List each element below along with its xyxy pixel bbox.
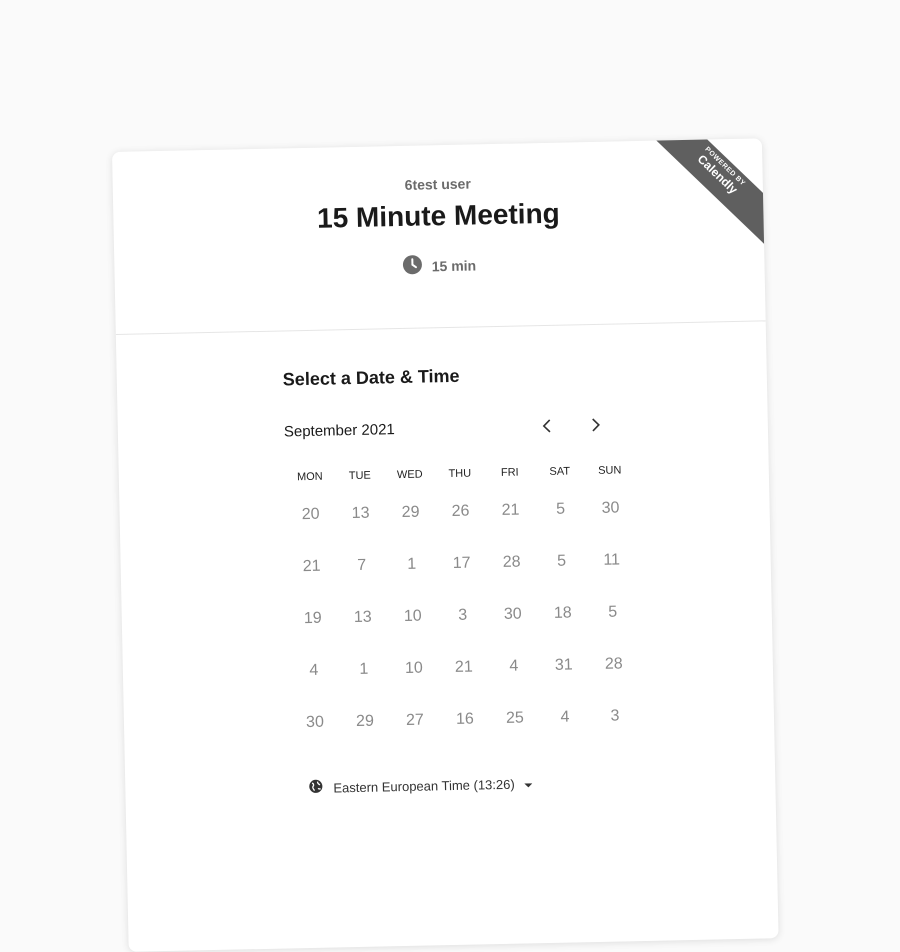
calendar-day: 21 xyxy=(501,501,520,519)
calendar-day: 19 xyxy=(303,609,322,628)
calendar-day: 4 xyxy=(309,661,319,679)
calendar-day: 27 xyxy=(405,711,425,729)
caret-down-icon xyxy=(524,776,533,791)
weekday-label: TUE xyxy=(348,469,371,483)
weekday-header: MON TUE WED THU FRI SAT SUN xyxy=(285,464,635,483)
calendar-day: 18 xyxy=(553,604,572,622)
globe-icon xyxy=(308,779,323,797)
calendar-day: 3 xyxy=(610,707,620,725)
calendar-day: 29 xyxy=(401,503,420,522)
select-date-title: Select a Date & Time xyxy=(282,365,460,390)
month-navigation: September 2021 xyxy=(284,415,614,442)
calendar-day: 25 xyxy=(505,709,525,727)
calendar-day: 21 xyxy=(302,557,321,576)
calendar-day: 5 xyxy=(608,603,618,621)
calendar-day: 4 xyxy=(509,657,519,675)
calendar-day: 1 xyxy=(359,660,369,678)
calendar-day: 21 xyxy=(454,658,473,676)
calendar-day: 26 xyxy=(451,502,470,520)
calendar-day: 29 xyxy=(355,712,375,731)
date-picker-section: Select a Date & Time September 2021 MON … xyxy=(116,321,776,801)
chevron-left-icon[interactable] xyxy=(537,416,557,436)
clock-icon xyxy=(403,255,423,278)
calendar-day: 10 xyxy=(404,659,423,677)
chevron-right-icon[interactable] xyxy=(586,415,606,435)
calendar-day: 5 xyxy=(557,552,567,570)
calendar-day: 30 xyxy=(503,605,522,623)
month-label: September 2021 xyxy=(283,420,395,440)
calendar-day: 11 xyxy=(603,551,621,569)
weekday-label: WED xyxy=(396,468,423,482)
calendar-day: 17 xyxy=(452,554,471,572)
calendar-day: 30 xyxy=(601,499,620,517)
calendar-day: 3 xyxy=(458,606,468,624)
calendar-day: 30 xyxy=(305,713,325,732)
event-title: 15 Minute Meeting xyxy=(316,197,561,234)
weekday-label: SAT xyxy=(549,465,571,478)
month-nav-buttons xyxy=(537,415,606,436)
weekday-label: THU xyxy=(448,467,472,481)
calendar-day: 1 xyxy=(407,555,417,573)
weekday-label: SUN xyxy=(598,464,622,477)
timezone-label: Eastern European Time (13:26) xyxy=(333,776,515,796)
weekday-label: MON xyxy=(296,470,323,484)
calendar-day: 16 xyxy=(455,710,475,728)
calendar-day: 28 xyxy=(604,655,623,673)
calendar-grid: 20 13 29 26 21 5 30 21 7 1 17 28 5 11 19… xyxy=(285,482,640,749)
timezone-selector[interactable]: Eastern European Time (13:26) xyxy=(308,769,775,797)
calendar-day: 7 xyxy=(357,556,367,574)
calendar-day: 4 xyxy=(560,708,570,726)
event-header: 6test user 15 Minute Meeting 15 min xyxy=(112,138,766,335)
weekday-label: FRI xyxy=(500,466,519,479)
calendar-day: 31 xyxy=(554,656,573,674)
event-duration: 15 min xyxy=(114,247,764,284)
calendar-day: 28 xyxy=(502,553,521,571)
calendar-day: 20 xyxy=(301,505,320,524)
calendar-day: 13 xyxy=(353,608,372,627)
calendar-day: 10 xyxy=(403,607,422,625)
calendar-day: 5 xyxy=(555,500,566,518)
calendar-day: 13 xyxy=(351,504,370,523)
duration-label: 15 min xyxy=(431,256,477,274)
booking-card: POWERED BY Calendly 6test user 15 Minute… xyxy=(112,138,779,952)
